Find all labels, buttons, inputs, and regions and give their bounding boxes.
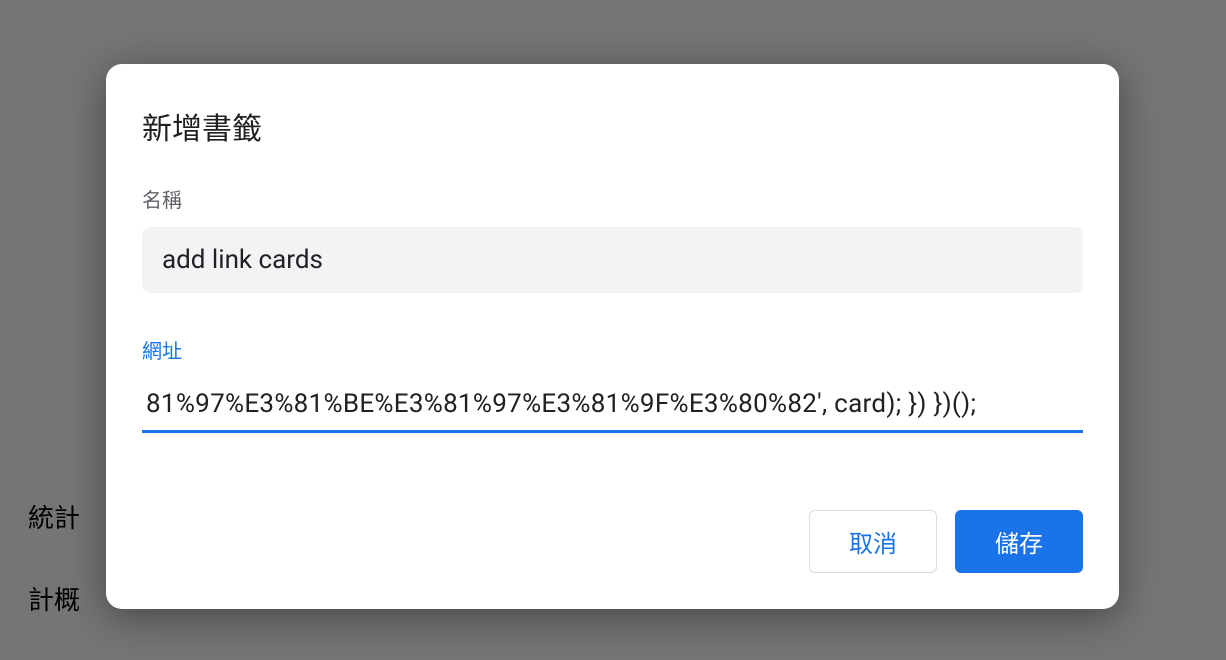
- add-bookmark-modal: 新增書籤 名稱 網址 取消 儲存: [106, 64, 1119, 609]
- name-field-group: 名稱: [142, 184, 1083, 293]
- url-field-group: 網址: [142, 335, 1083, 433]
- modal-button-row: 取消 儲存: [809, 510, 1083, 573]
- save-button[interactable]: 儲存: [955, 510, 1083, 573]
- url-input[interactable]: [142, 378, 1083, 430]
- url-focus-underline: [142, 430, 1083, 433]
- url-input-wrapper: [142, 378, 1083, 433]
- modal-title: 新增書籤: [142, 104, 1083, 148]
- name-input[interactable]: [142, 227, 1083, 293]
- url-label: 網址: [142, 335, 1083, 364]
- background-text-overview: 計概: [28, 580, 80, 617]
- cancel-button[interactable]: 取消: [809, 510, 937, 573]
- background-text-stats: 統計: [28, 498, 80, 535]
- name-label: 名稱: [142, 184, 1083, 213]
